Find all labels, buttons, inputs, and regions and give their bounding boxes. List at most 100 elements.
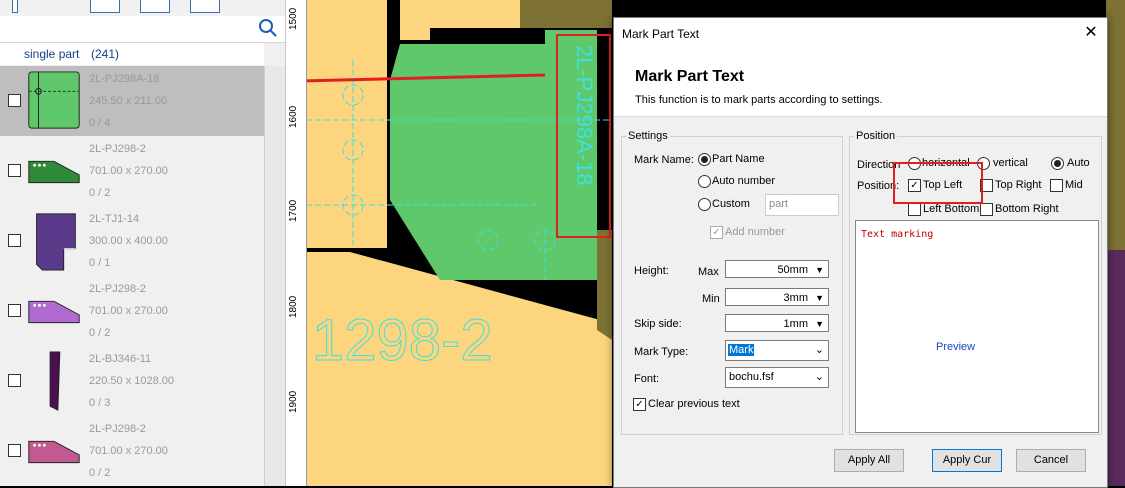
part-quantity: 0 / 2 — [89, 187, 111, 199]
part-size: 245.50 x 211.00 — [89, 95, 168, 107]
part-checkbox[interactable] — [8, 234, 21, 247]
part-quantity: 0 / 1 — [89, 257, 111, 269]
part-size: 300.00 x 400.00 — [89, 235, 168, 247]
part-thumbnail — [36, 213, 76, 271]
part-list-item[interactable]: 2L-BJ346-11 220.50 x 1028.00 0 / 3 — [0, 346, 264, 416]
font-select[interactable]: bochu.fsf ⌄ — [725, 367, 829, 388]
orange-part-left[interactable] — [306, 0, 387, 248]
clear-previous-label: Clear previous text — [648, 398, 740, 410]
custom-placeholder: part — [769, 198, 788, 210]
add-number-label: Add number — [725, 226, 785, 238]
skip-side-value: 1mm — [783, 318, 808, 330]
group-label: single part — [24, 47, 80, 61]
mark-name-label: Mark Name: — [634, 154, 694, 166]
min-label: Min — [702, 293, 720, 305]
ruler-label: 1800 — [288, 295, 299, 318]
part-thumbnail — [28, 71, 80, 129]
preview-label: Preview — [936, 341, 976, 353]
part-list-toolbar — [0, 0, 285, 16]
part-checkbox[interactable] — [8, 444, 21, 457]
list-scrollbar[interactable] — [264, 66, 285, 486]
apply-all-button[interactable]: Apply All — [834, 449, 904, 472]
part-list-item[interactable]: 2L-PJ298A-18 245.50 x 211.00 0 / 4 — [0, 66, 264, 136]
cancel-button[interactable]: Cancel — [1016, 449, 1086, 472]
part-quantity: 0 / 3 — [89, 397, 111, 409]
part-name: 2L-BJ346-11 — [89, 353, 152, 365]
auto-number-radio[interactable] — [698, 175, 711, 188]
max-height-input[interactable]: 50mm ▼ — [725, 260, 829, 278]
list-view-icon[interactable] — [90, 0, 120, 13]
part-list-item[interactable]: 2L-PJ298-2 701.00 x 270.00 0 / 2 — [0, 416, 264, 486]
settings-legend: Settings — [628, 130, 668, 142]
part-name: 2L-PJ298-2 — [89, 423, 146, 435]
part-checkbox[interactable] — [8, 304, 21, 317]
ruler-label: 1700 — [288, 199, 299, 222]
min-height-value: 3mm — [783, 292, 808, 304]
part-name: 2L-PJ298-2 — [89, 143, 146, 155]
part-list-item[interactable]: 2L-TJ1-14 300.00 x 400.00 0 / 1 — [0, 206, 264, 276]
clear-previous-checkbox[interactable]: ✓ — [633, 398, 646, 411]
custom-radio[interactable] — [698, 198, 711, 211]
preview-marking-text: Text marking — [861, 229, 934, 240]
mid-checkbox[interactable] — [1050, 179, 1063, 192]
vertical-part-label: 2L-PJ298A-18 — [572, 45, 597, 186]
top-right-label: Top Right — [995, 179, 1042, 191]
tree-view-icon[interactable] — [12, 0, 18, 13]
auto-number-label: Auto number — [712, 175, 775, 187]
skip-side-label: Skip side: — [634, 318, 682, 330]
bottom-right-label: Bottom Right — [995, 203, 1059, 215]
part-list-item[interactable]: 2L-PJ298-2 701.00 x 270.00 0 / 2 — [0, 136, 264, 206]
position-legend: Position — [856, 130, 896, 142]
skip-side-input[interactable]: 1mm ▼ — [725, 314, 829, 332]
mid-label: Mid — [1065, 179, 1083, 191]
part-name: 2L-PJ298A-18 — [89, 73, 160, 85]
chevron-down-icon[interactable]: ⌄ — [815, 343, 824, 356]
left-bottom-checkbox[interactable] — [908, 203, 921, 216]
dialog-titlebar[interactable]: Mark Part Text ✕ — [614, 18, 1107, 48]
chevron-down-icon[interactable]: ⌄ — [815, 370, 824, 383]
mark-part-text-dialog: Mark Part Text ✕ Mark Part Text This fun… — [613, 17, 1108, 488]
part-thumbnail — [28, 300, 80, 324]
part-thumbnail — [28, 440, 80, 464]
part-checkbox[interactable] — [8, 374, 21, 387]
part-list-item[interactable]: 2L-PJ298-2 701.00 x 270.00 0 / 2 — [0, 276, 264, 346]
min-height-input[interactable]: 3mm ▼ — [725, 288, 829, 306]
mark-type-value: Mark — [728, 344, 755, 356]
part-group-header[interactable]: single part (241) — [0, 43, 264, 65]
max-label: Max — [698, 266, 719, 278]
font-label: Font: — [634, 373, 660, 385]
bottom-right-checkbox[interactable] — [980, 203, 993, 216]
ruler-label: 1600 — [288, 105, 299, 128]
close-icon[interactable]: ✕ — [1080, 22, 1102, 44]
part-name: 2L-TJ1-14 — [89, 213, 140, 225]
dropdown-arrow-icon[interactable]: ▼ — [815, 289, 824, 307]
ruler-label: 1900 — [288, 390, 299, 413]
part-checkbox[interactable] — [8, 164, 21, 177]
add-number-checkbox[interactable]: ✓ — [710, 226, 723, 239]
sort-icon[interactable] — [140, 0, 170, 13]
dialog-banner: Mark Part Text This function is to mark … — [614, 48, 1107, 117]
part-thumbnail — [28, 160, 80, 184]
part-quantity: 0 / 2 — [89, 467, 111, 479]
dialog-heading: Mark Part Text — [635, 68, 745, 85]
part-size: 220.50 x 1028.00 — [89, 375, 175, 387]
dropdown-arrow-icon[interactable]: ▼ — [815, 261, 824, 279]
dialog-description: This function is to mark parts according… — [635, 94, 883, 106]
search-row[interactable] — [0, 16, 285, 43]
mark-type-label: Mark Type: — [634, 346, 689, 358]
highlight-box — [893, 162, 983, 204]
part-name-label: Part Name — [712, 153, 765, 165]
custom-label: Custom — [712, 198, 750, 210]
custom-text-input[interactable]: part — [765, 194, 839, 216]
height-label: Height: — [634, 265, 669, 277]
part-name-radio[interactable] — [698, 153, 711, 166]
apply-cur-button[interactable]: Apply Cur — [932, 449, 1002, 472]
part-quantity: 0 / 4 — [89, 117, 111, 129]
detail-view-icon[interactable] — [190, 0, 220, 13]
part-checkbox[interactable] — [8, 94, 21, 107]
mark-type-select[interactable]: Mark ⌄ — [725, 340, 829, 361]
search-icon[interactable] — [258, 18, 278, 38]
dropdown-arrow-icon[interactable]: ▼ — [815, 315, 824, 333]
auto-radio[interactable] — [1051, 157, 1064, 170]
font-value: bochu.fsf — [729, 371, 774, 383]
